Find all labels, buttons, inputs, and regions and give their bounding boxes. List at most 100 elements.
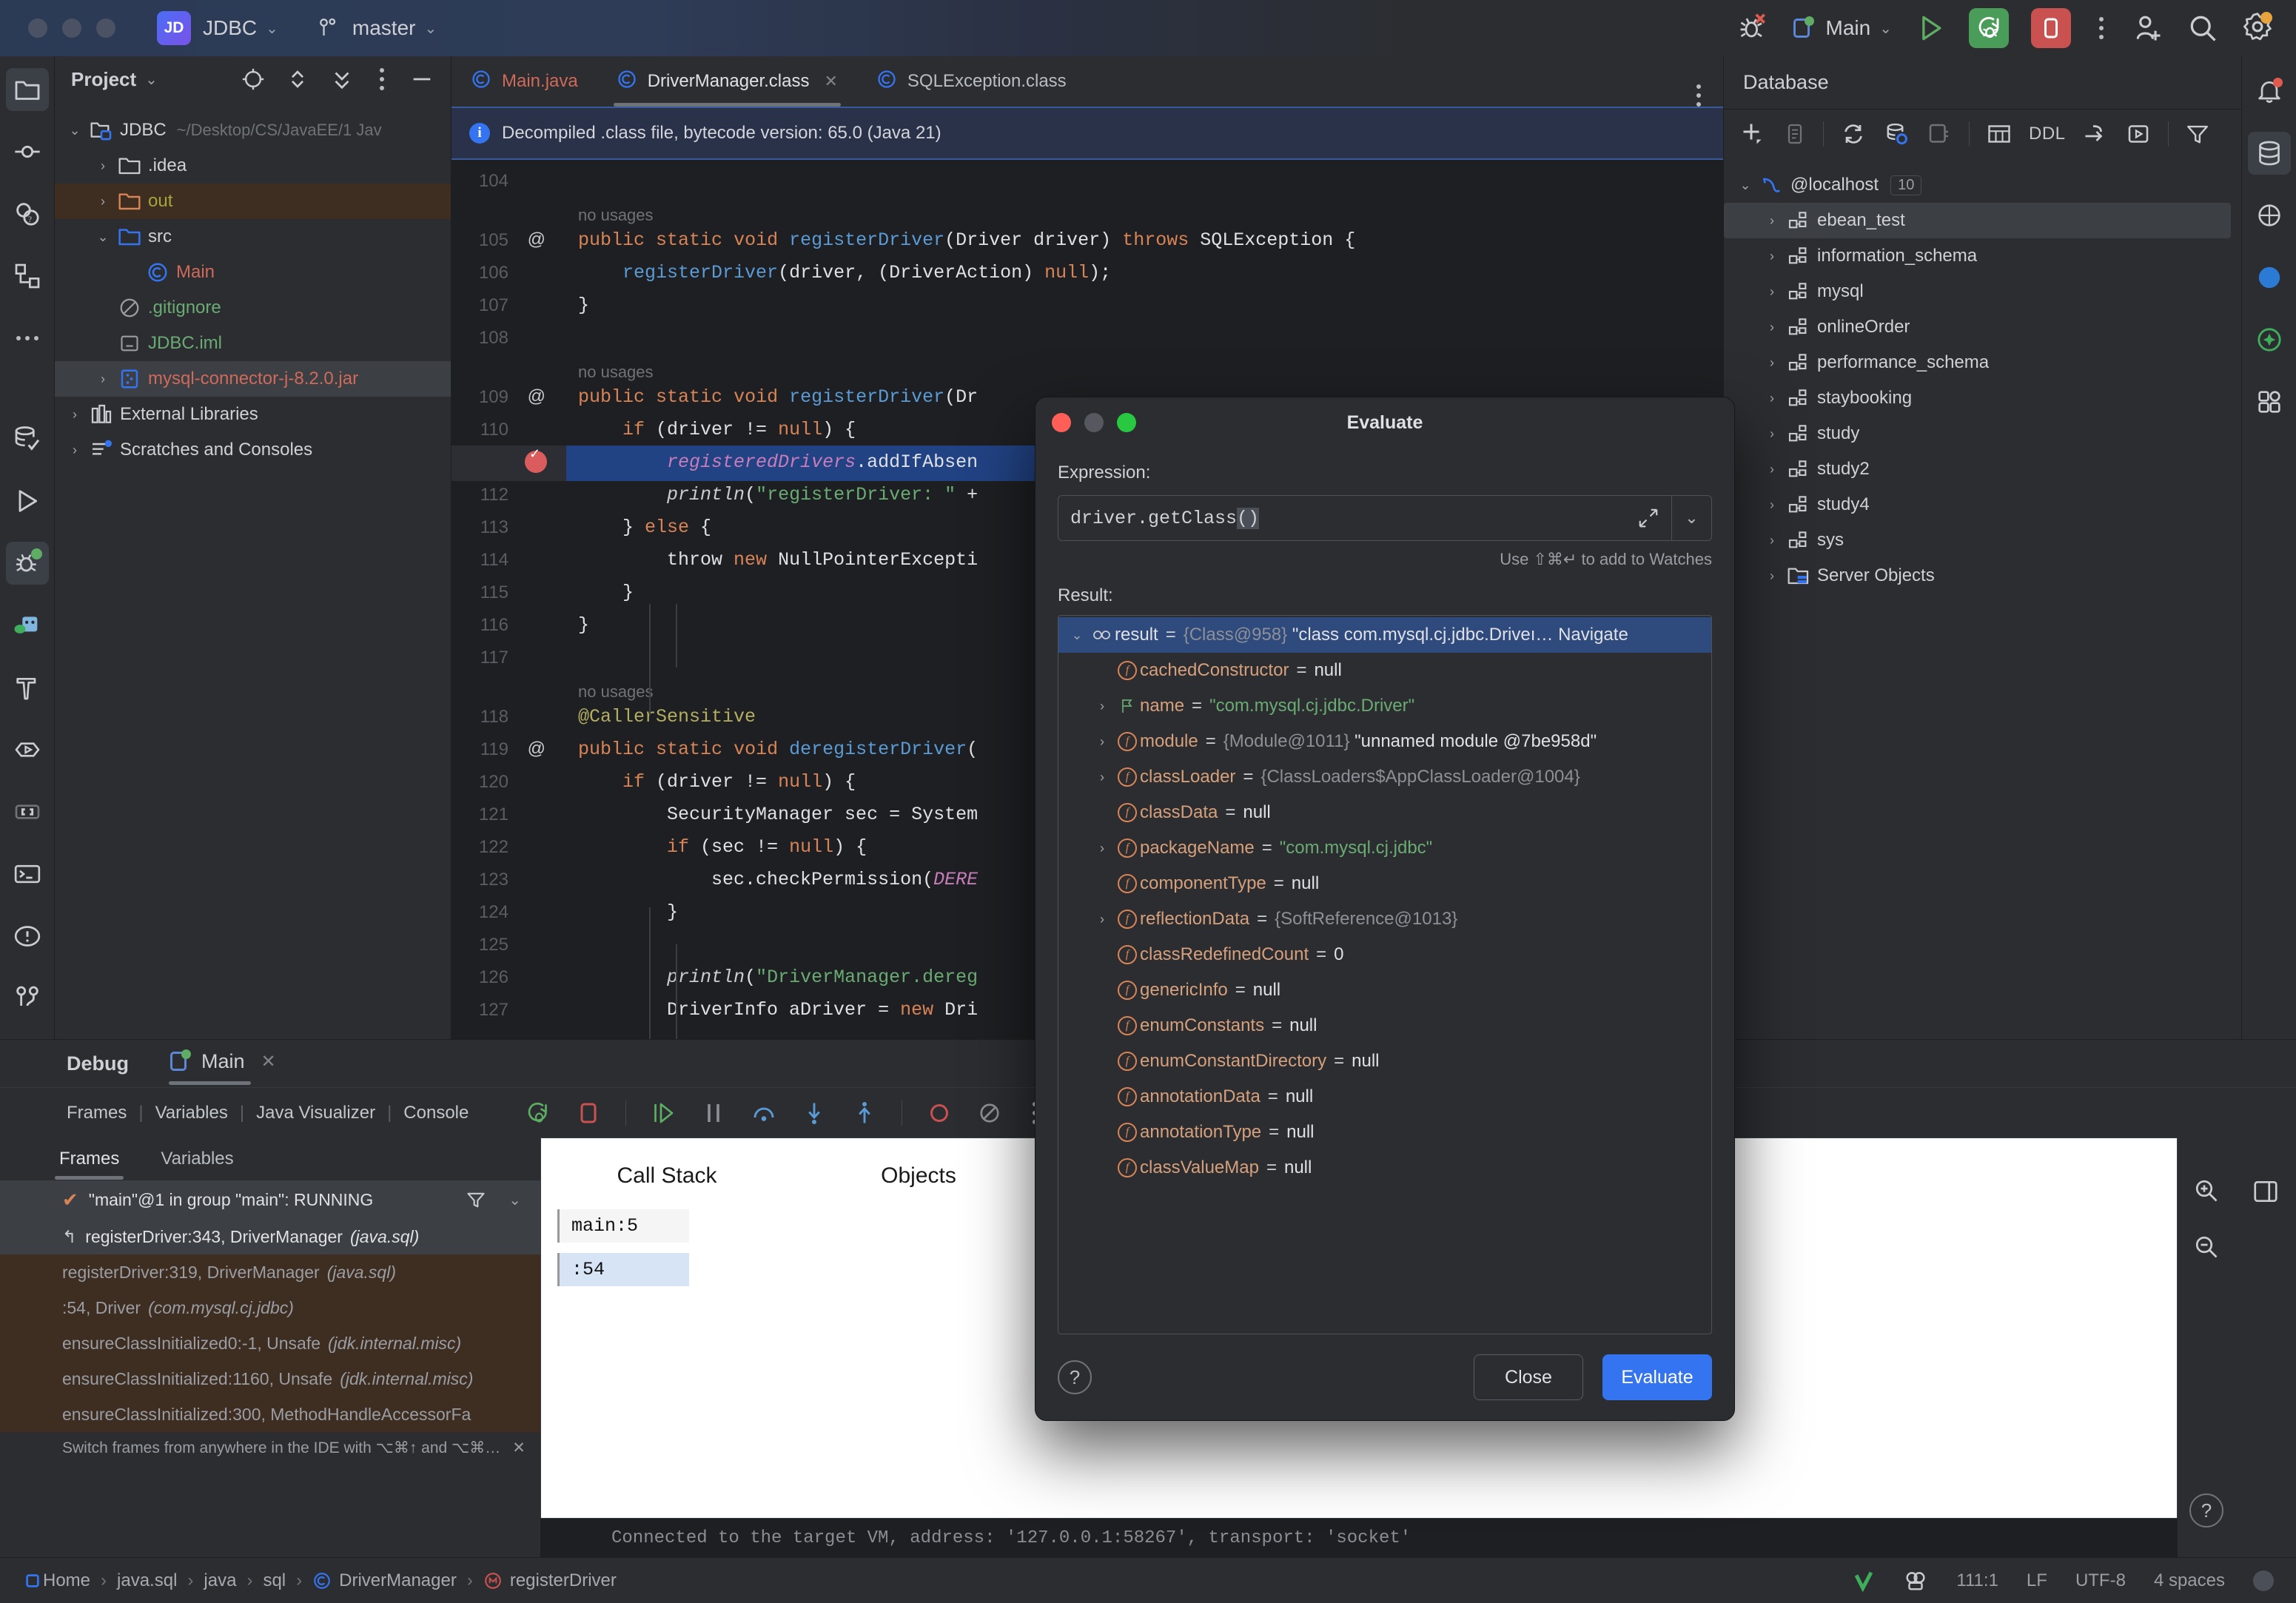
result-row[interactable]: f enumConstants = null [1058, 1008, 1711, 1044]
code-line[interactable]: println("DriverManager.dereg [578, 967, 978, 988]
project-tree-item[interactable]: › mysql-connector-j-8.2.0.jar [55, 361, 451, 397]
evaluate-dialog[interactable]: Evaluate Expression: driver.getClass() ⌄… [1035, 397, 1735, 1421]
collapse-all-icon[interactable] [329, 67, 355, 92]
tree-toggle-icon[interactable]: › [1759, 426, 1785, 442]
line-separator[interactable]: LF [2027, 1570, 2047, 1591]
tab-variables[interactable]: Variables [161, 1149, 233, 1169]
select-opened-file-icon[interactable] [241, 67, 266, 92]
code-line[interactable]: throw new NullPointerExcepti [578, 549, 978, 571]
build-tool-button[interactable] [6, 666, 49, 709]
result-row[interactable]: f annotationData = null [1058, 1079, 1711, 1115]
result-row[interactable]: › f classLoader = {ClassLoaders$AppClassLoad… [1058, 759, 1711, 795]
project-tree-item[interactable]: › .idea [55, 148, 451, 184]
terminal-tool-button[interactable] [6, 853, 49, 895]
editor-tab[interactable]: Main.java [452, 56, 597, 107]
duplicate-icon[interactable] [1783, 122, 1807, 146]
tree-toggle-icon[interactable]: › [1090, 912, 1115, 927]
scratch-tool-button[interactable] [6, 790, 49, 833]
project-options-icon[interactable] [374, 68, 390, 90]
code-line[interactable]: @CallerSensitive [578, 706, 756, 727]
breadcrumb-item[interactable]: Home [43, 1570, 90, 1591]
java-visualizer-tool-button[interactable] [6, 604, 49, 647]
plugins-tool-button[interactable] [2248, 380, 2291, 423]
debug-tool-button[interactable] [5, 542, 49, 585]
editor-tab[interactable]: SQLException.class [857, 56, 1086, 107]
code-line[interactable]: } else { [578, 517, 711, 538]
database-tree-item[interactable]: › study [1724, 416, 2241, 451]
debug-link-variables[interactable]: Variables [155, 1103, 228, 1123]
project-name-label[interactable]: JDBC [203, 16, 257, 40]
tree-toggle-icon[interactable]: › [1759, 568, 1785, 584]
tree-toggle-icon[interactable]: › [62, 407, 87, 423]
run-configuration-selector[interactable]: Main ⌄ [1792, 16, 1892, 40]
project-tree-item[interactable]: ⌄ src [55, 219, 451, 255]
frame-row[interactable]: ↰ registerDriver:343, DriverManager (java.… [0, 1219, 540, 1254]
result-row[interactable]: f classValueMap = null [1058, 1150, 1711, 1186]
code-line[interactable]: if (driver != null) { [578, 771, 856, 793]
project-tree-item[interactable]: › Scratches and Consoles [55, 432, 451, 468]
chevron-down-icon[interactable]: ⌄ [508, 1191, 521, 1209]
editor-tab[interactable]: DriverManager.class ✕ [597, 56, 857, 107]
tree-toggle-icon[interactable]: › [1759, 391, 1785, 406]
chevron-down-icon[interactable]: ⌄ [1879, 19, 1892, 38]
expression-input[interactable]: driver.getClass() [1058, 496, 1625, 540]
frame-row[interactable]: ensureClassInitialized0:-1, Unsafe (jdk.i… [0, 1325, 540, 1361]
zoom-out-icon[interactable] [2193, 1234, 2220, 1260]
tree-toggle-icon[interactable]: › [1759, 497, 1785, 513]
result-row[interactable]: f annotationType = null [1058, 1115, 1711, 1150]
override-marker-icon[interactable]: @ [528, 229, 546, 250]
call-stack-item[interactable]: main:5 [557, 1209, 689, 1243]
tree-toggle-icon[interactable]: › [90, 194, 115, 209]
frame-row[interactable]: registerDriver:319, DriverManager (java.s… [0, 1254, 540, 1290]
tree-toggle-icon[interactable]: › [1759, 249, 1785, 264]
close-window-button[interactable] [28, 19, 47, 38]
database-tree-item[interactable]: › sys [1724, 522, 2241, 558]
expand-collapse-icon[interactable] [285, 67, 310, 92]
more-options-icon[interactable] [2093, 17, 2109, 39]
settings-button[interactable] [2241, 10, 2274, 47]
layout-settings-icon[interactable] [2252, 1177, 2280, 1206]
debug-link-frames[interactable]: Frames [67, 1103, 127, 1123]
pause-program-icon[interactable] [700, 1100, 727, 1126]
version-control-tool-button[interactable] [6, 977, 49, 1020]
breakpoint-icon[interactable] [525, 446, 547, 473]
database-tool-button[interactable] [6, 417, 49, 460]
breadcrumb-item[interactable]: DriverManager [339, 1570, 457, 1591]
tree-toggle-icon[interactable]: › [1759, 320, 1785, 335]
tree-toggle-icon[interactable]: › [90, 158, 115, 174]
thread-selector[interactable]: ✔ "main"@1 in group "main": RUNNING ⌄ [0, 1180, 540, 1219]
commit-tool-button[interactable] [6, 130, 49, 173]
validation-check-icon[interactable] [1853, 1570, 1875, 1592]
tree-toggle-icon[interactable]: › [1090, 699, 1115, 714]
project-tree-item[interactable]: Main [55, 255, 451, 290]
expression-field-wrapper[interactable]: driver.getClass() ⌄ [1058, 495, 1712, 541]
editor-gutter[interactable]: 104 105 @106 107 108 109 @110 112 113 114 115 116 11… [452, 160, 566, 1039]
code-line[interactable]: } [578, 901, 678, 923]
override-marker-icon[interactable]: @ [528, 739, 546, 759]
tree-toggle-icon[interactable]: › [90, 372, 115, 387]
data-source-properties-icon[interactable] [1883, 121, 1910, 147]
debug-link-console[interactable]: Console [403, 1103, 469, 1123]
inspection-widget-icon[interactable] [1903, 1568, 1928, 1593]
result-row[interactable]: › name = "com.mysql.cj.jdbc.Driver" [1058, 688, 1711, 724]
frame-row[interactable]: :54, Driver (com.mysql.cj.jdbc) [0, 1290, 540, 1325]
debug-button[interactable] [1969, 8, 2009, 48]
tree-toggle-icon[interactable]: ⌄ [1733, 178, 1758, 193]
step-into-icon[interactable] [801, 1100, 828, 1126]
rerun-debug-icon[interactable] [525, 1100, 551, 1126]
code-line[interactable]: registeredDrivers.addIfAbsen [578, 451, 978, 473]
result-row[interactable]: f enumConstantDirectory = null [1058, 1044, 1711, 1079]
stop-debug-icon[interactable] [575, 1100, 602, 1126]
help-icon[interactable]: ? [2189, 1493, 2223, 1528]
breadcrumb-item[interactable]: java.sql [117, 1570, 177, 1591]
call-stack-item[interactable]: :54 [557, 1253, 689, 1286]
database-tree-item[interactable]: ⌄ @localhost 10 [1724, 167, 2241, 203]
frame-row[interactable]: ensureClassInitialized:300, MethodHandle… [0, 1397, 540, 1432]
structure-tool-button[interactable] [6, 255, 49, 298]
database-tree-item[interactable]: › onlineOrder [1724, 309, 2241, 345]
mute-breakpoints-icon[interactable] [976, 1100, 1003, 1126]
tree-toggle-icon[interactable]: › [1090, 734, 1115, 750]
code-line[interactable]: sec.checkPermission(DERE [578, 869, 978, 890]
problems-tool-button[interactable] [6, 915, 49, 958]
result-tree[interactable]: ⌄ result = {Class@958} "class com.mysql.cj.… [1058, 615, 1712, 1334]
